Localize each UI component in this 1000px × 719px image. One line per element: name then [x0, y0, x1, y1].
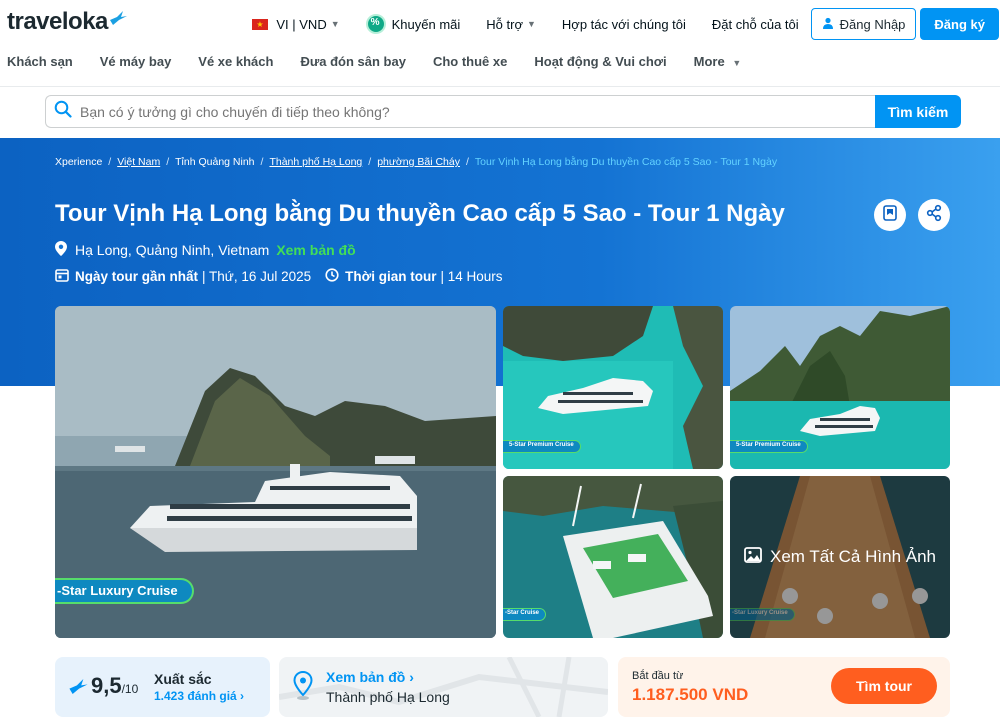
top-header: traveloka VI | VND ▼ Khuyến mãi Hỗ trợ ▼… — [0, 0, 1000, 46]
breadcrumb-province[interactable]: Tỉnh Quảng Ninh — [175, 156, 254, 168]
chevron-down-icon: ▼ — [732, 58, 742, 68]
rating-label: Xuất sắc — [154, 671, 212, 687]
partner-link[interactable]: Hợp tác với chúng tôi — [562, 17, 686, 32]
user-icon — [822, 17, 834, 32]
search-field[interactable] — [45, 95, 875, 128]
rating-score: 9,5/10 — [91, 673, 138, 699]
search-button[interactable]: Tìm kiếm — [875, 95, 961, 128]
location-row: Hạ Long, Quảng Ninh, Vietnam Xem bản đồ — [55, 241, 356, 259]
bookmark-button[interactable] — [874, 199, 906, 231]
bird-logo-icon — [109, 4, 127, 32]
breadcrumb: Xperience / Việt Nam / Tỉnh Quảng Ninh /… — [55, 156, 777, 168]
map-pin-icon — [293, 670, 313, 706]
promo-link[interactable]: Khuyến mãi — [365, 14, 461, 34]
login-label: Đăng Nhập — [839, 16, 906, 32]
discount-icon — [365, 14, 386, 34]
duration-label: Thời gian tour — [345, 269, 437, 284]
support-menu[interactable]: Hỗ trợ ▼ — [486, 17, 536, 32]
search-bar: Tìm kiếm — [45, 95, 961, 128]
chevron-down-icon: ▼ — [330, 19, 340, 29]
language-label: VI | VND — [276, 16, 327, 32]
nav-car-rental[interactable]: Cho thuê xe — [433, 54, 507, 78]
view-map-link[interactable]: Xem bản đồ — [276, 242, 355, 258]
nav-flights[interactable]: Vé máy bay — [100, 54, 172, 78]
search-icon — [54, 100, 72, 123]
review-count-link[interactable]: 1.423 đánh giá › — [154, 689, 244, 703]
support-label: Hỗ trợ — [486, 16, 523, 32]
breadcrumb-separator: / — [260, 156, 264, 168]
nav-activities[interactable]: Hoạt động & Vui chơi — [534, 54, 666, 78]
page-title: Tour Vịnh Hạ Long bằng Du thuyền Cao cấp… — [55, 200, 785, 227]
language-currency-selector[interactable]: VI | VND ▼ — [252, 16, 340, 32]
nav-airport-transfer[interactable]: Đưa đón sân bay — [300, 54, 406, 78]
nav-hotels[interactable]: Khách sạn — [7, 54, 73, 78]
promo-label: Khuyến mãi — [391, 16, 461, 32]
rating-score-value: 9,5 — [91, 673, 122, 698]
breadcrumb-separator: / — [166, 156, 170, 168]
rating-card[interactable]: 9,5/10 Xuất sắc 1.423 đánh giá › — [55, 657, 270, 717]
view-all-photos-button[interactable]: Xem Tất Cả Hình Ảnh — [730, 476, 950, 638]
my-bookings-link[interactable]: Đặt chỗ của tôi — [712, 17, 799, 32]
price-value: 1.187.500 VND — [632, 685, 749, 704]
chevron-right-icon: › — [409, 669, 414, 685]
register-button[interactable]: Đăng ký — [920, 8, 999, 40]
search-input[interactable] — [80, 103, 840, 120]
find-tour-button[interactable]: Tìm tour — [831, 668, 937, 704]
nearest-date-label: Ngày tour gần nhất — [75, 269, 199, 284]
view-all-label: Xem Tất Cả Hình Ảnh — [770, 547, 936, 566]
share-button[interactable] — [918, 199, 950, 231]
nav-more-label: More — [693, 54, 725, 69]
map-card[interactable]: Xem bản đồ › Thành phố Hạ Long — [279, 657, 608, 717]
login-button[interactable]: Đăng Nhập — [810, 8, 917, 40]
logo-text: traveloka — [7, 8, 108, 35]
location-text: Hạ Long, Quảng Ninh, Vietnam — [75, 242, 270, 258]
price-card: Bắt đầu từ 1.187.500 VND Tìm tour — [618, 657, 950, 717]
breadcrumb-current: Tour Vịnh Hạ Long bằng Du thuyền Cao cấp… — [474, 156, 778, 168]
map-link-label: Xem bản đồ — [326, 669, 406, 685]
breadcrumb-vietnam[interactable]: Việt Nam — [117, 156, 160, 168]
location-pin-icon — [55, 241, 67, 259]
chevron-right-icon: › — [240, 689, 245, 703]
main-cruise-badge: -Star Luxury Cruise — [55, 578, 194, 604]
view-map-link-2[interactable]: Xem bản đồ › — [326, 669, 414, 685]
breadcrumb-xperience[interactable]: Xperience — [55, 156, 102, 168]
calendar-icon — [55, 268, 69, 285]
review-count: 1.423 đánh giá — [154, 689, 237, 703]
nav-bus[interactable]: Vé xe khách — [198, 54, 273, 78]
price-label: Bắt đầu từ — [632, 670, 684, 682]
map-city: Thành phố Hạ Long — [326, 689, 450, 705]
breadcrumb-ward[interactable]: phường Bãi Cháy — [377, 156, 460, 168]
vietnam-flag-icon — [252, 18, 269, 30]
traveloka-logo[interactable]: traveloka — [7, 8, 127, 36]
clock-icon — [325, 268, 339, 285]
breadcrumb-separator: / — [108, 156, 112, 168]
cruise-badge-2: 5-Star Premium Cruise — [503, 440, 581, 453]
nav-more[interactable]: More ▼ — [694, 54, 742, 78]
chevron-down-icon: ▼ — [527, 19, 536, 29]
share-icon — [925, 204, 943, 227]
bird-rating-icon — [68, 679, 88, 699]
nav-divider — [0, 86, 1000, 87]
image-icon — [744, 546, 762, 568]
rating-score-max: /10 — [121, 682, 139, 696]
bookmark-icon — [881, 204, 899, 227]
tour-info-row: Ngày tour gần nhất | Thứ, 16 Jul 2025 Th… — [55, 268, 503, 285]
duration-value: | 14 Hours — [440, 269, 503, 284]
breadcrumb-separator: / — [368, 156, 372, 168]
product-nav: Khách sạn Vé máy bay Vé xe khách Đưa đón… — [0, 54, 761, 78]
breadcrumb-separator: / — [465, 156, 469, 168]
breadcrumb-city[interactable]: Thành phố Hạ Long — [269, 156, 362, 168]
nearest-date-value: | Thứ, 16 Jul 2025 — [202, 269, 312, 284]
cruise-badge-3: 5-Star Premium Cruise — [730, 440, 808, 453]
cruise-badge-4: -Star Cruise — [503, 608, 547, 621]
